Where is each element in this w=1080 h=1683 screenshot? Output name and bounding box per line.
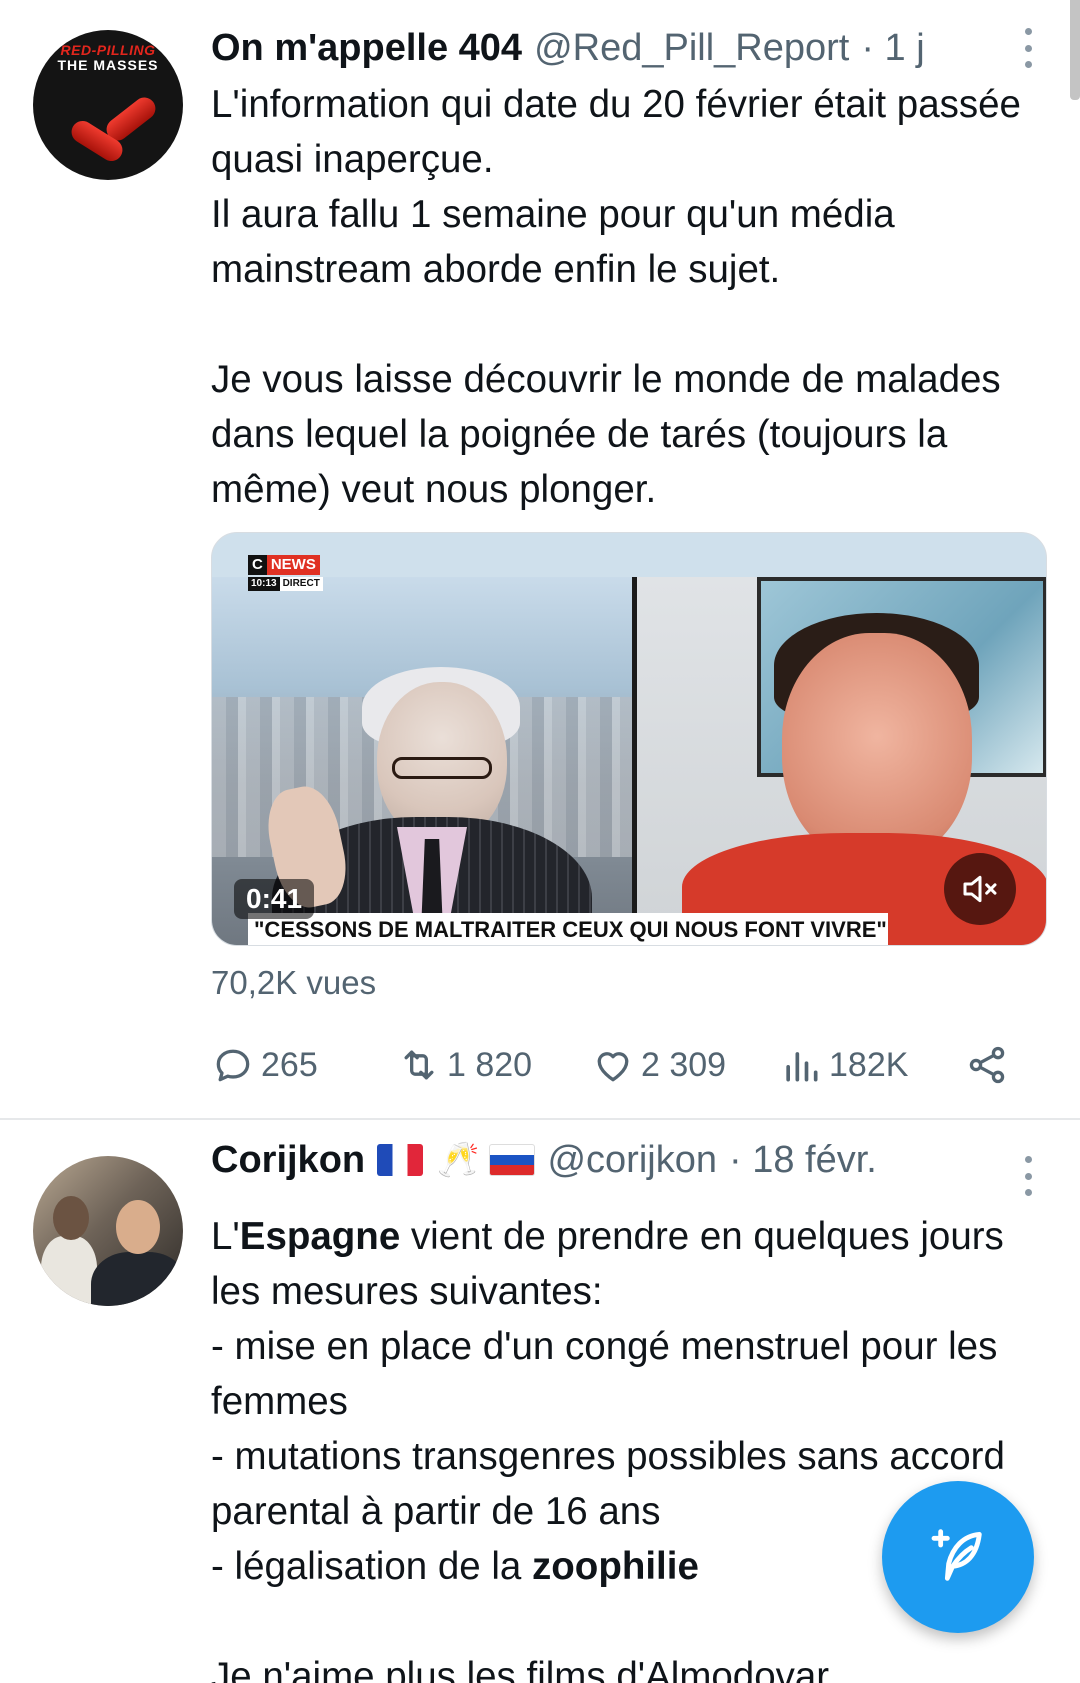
hashtag-link: zoophilie (532, 1545, 699, 1588)
retweet-icon (404, 1050, 434, 1080)
avatar-text-bottom: THE MASSES (57, 57, 159, 73)
tweet-line: Je n'aime plus les films d'Almodovar (211, 1655, 830, 1683)
tweet-actions: 265 1 820 2 309 182K (211, 1040, 1041, 1090)
reply-icon (216, 1049, 250, 1082)
like-count: 2 309 (641, 1045, 727, 1084)
compose-tweet-button[interactable] (882, 1481, 1034, 1633)
more-options-icon[interactable] (1018, 1156, 1038, 1196)
hashtag-link: Espagne (239, 1215, 401, 1258)
russia-flag-icon (489, 1144, 536, 1176)
tweet-paragraph: Je vous laisse découvrir le monde de mal… (211, 358, 1001, 511)
author-name[interactable]: Corijkon (211, 1139, 365, 1182)
tweet-header: On m'appelle 404 @Red_Pill_Report · 1 j (211, 18, 990, 78)
france-flag-icon (377, 1144, 424, 1176)
reply-count: 265 (261, 1045, 318, 1084)
tweet-paragraph: L'information qui date du 20 février éta… (211, 83, 1021, 181)
mute-button[interactable] (944, 853, 1016, 925)
tweet-time[interactable]: · 18 févr. (729, 1139, 877, 1182)
tweet-header: Corijkon 🥂 @corijkon · 18 févr. (211, 1130, 990, 1190)
more-options-icon[interactable] (1018, 28, 1038, 68)
avatar[interactable] (33, 1156, 183, 1306)
channel-logo: C NEWS (248, 555, 320, 575)
retweet-count: 1 820 (447, 1045, 533, 1084)
view-count: 70,2K vues (211, 964, 377, 1001)
like-button[interactable]: 2 309 (591, 1040, 726, 1090)
bar-chart-icon (786, 1052, 818, 1082)
avatar[interactable]: RED-PILLING THE MASSES (33, 30, 183, 180)
reply-button[interactable]: 265 (211, 1040, 318, 1090)
video-caption: "CESSONS DE MALTRAITER CEUX QUI NOUS FON… (248, 913, 888, 945)
champagne-glasses-icon: 🥂 (437, 1140, 480, 1180)
impression-count: 182K (829, 1045, 909, 1084)
video-duration: 0:41 (234, 879, 315, 919)
analytics-button[interactable]: 182K (779, 1040, 908, 1090)
author-name[interactable]: On m'appelle 404 (211, 27, 522, 70)
tweet-line: - mise en place d'un congé menstruel pou… (211, 1325, 998, 1423)
tweet[interactable]: RED-PILLING THE MASSES On m'appelle 404 … (0, 0, 1080, 1120)
tweet-paragraph (211, 297, 1061, 352)
avatar-text-top: RED-PILLING (60, 42, 156, 58)
share-icon (969, 1046, 1005, 1084)
video-player[interactable]: C NEWS 10:13 DIRECT "CESSONS DE MALTRAIT… (211, 532, 1047, 946)
share-button[interactable] (965, 1040, 1009, 1090)
compose-tweet-icon (931, 1529, 982, 1581)
tweet-time[interactable]: · 1 j (861, 27, 924, 70)
speaker-muted-icon (963, 875, 997, 903)
tweet-paragraph: Il aura fallu 1 semaine pour qu'un média… (211, 193, 895, 291)
tweet-text: L'information qui date du 20 février éta… (211, 77, 1061, 517)
tweet-line: L'Espagne vient de prendre en quelques j… (211, 1215, 1004, 1313)
live-badge: 10:13 DIRECT (248, 577, 323, 591)
author-handle[interactable]: @corijkon (547, 1139, 717, 1182)
heart-icon (597, 1052, 629, 1082)
author-handle[interactable]: @Red_Pill_Report (534, 27, 849, 70)
retweet-button[interactable]: 1 820 (397, 1040, 532, 1090)
